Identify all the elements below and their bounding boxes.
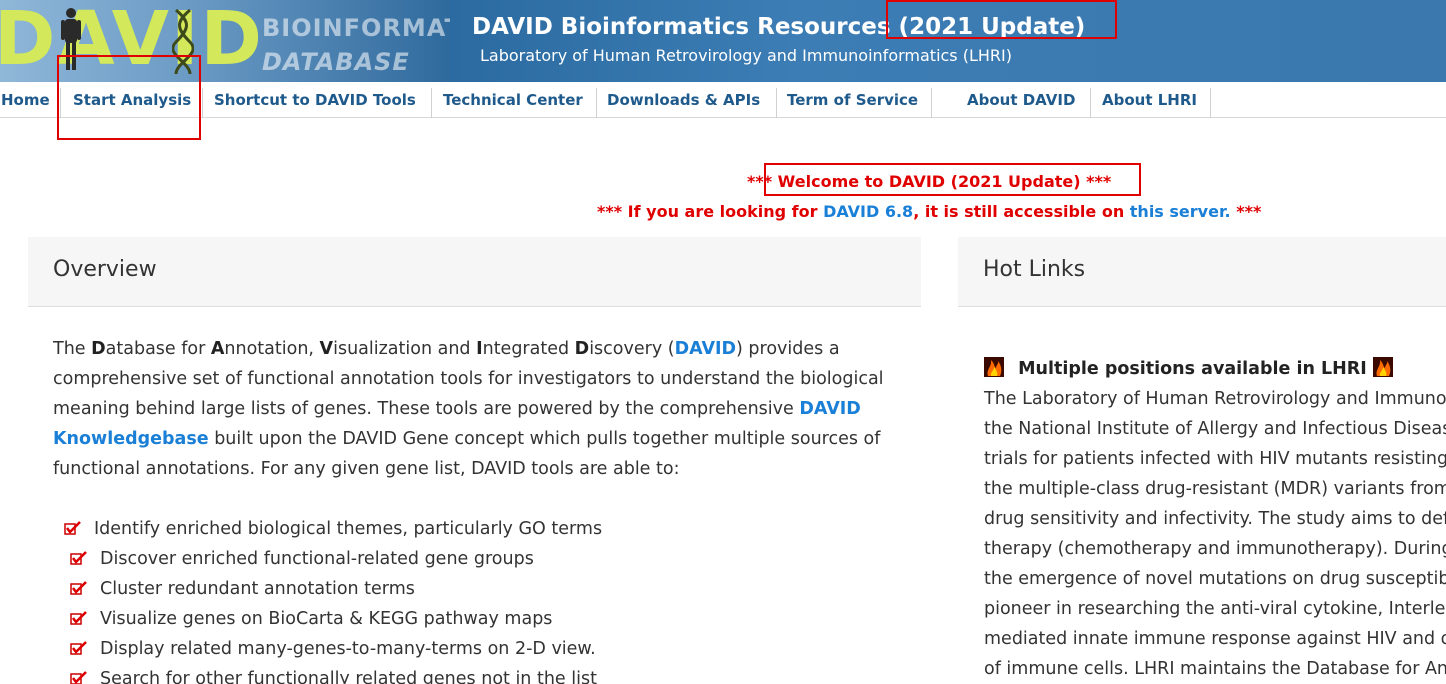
nav-divider [1210,88,1211,118]
logo-subtitle-bioinformatics: BIOINFORMATICS [262,14,450,42]
checkbox-checked-icon [70,611,87,625]
fire-icon [1372,357,1393,377]
notice-middle: , it is still accessible on [913,202,1130,221]
notice-prefix: *** If you are looking for [597,202,824,221]
hotlinks-panel-header: Hot Links [958,237,1446,307]
nav-home[interactable]: Home [1,82,50,118]
highlight-box-welcome [764,163,1141,196]
checkbox-checked-icon [70,641,87,655]
checkbox-checked-icon [70,581,87,595]
list-item: Search for other functionally related ge… [70,664,608,684]
list-item: Identify enriched biological themes, par… [64,514,602,544]
hotlink-description: The Laboratory of Human Retrovirology an… [984,389,1446,679]
nav-downloads-apis[interactable]: Downloads & APIs [607,82,760,118]
main-nav: Home Start Analysis Shortcut to DAVID To… [0,82,1446,118]
site-subtitle: Laboratory of Human Retrovirology and Im… [480,46,1012,65]
overview-heading: Overview [53,257,157,282]
site-banner: DAVID BIOINFORMATICS DATABASE DAVID Bioi… [0,0,1446,82]
list-item: Display related many-genes-to-many-terms… [70,634,608,664]
checkbox-checked-icon [64,521,81,535]
feature-list: Identify enriched biological themes, par… [64,514,602,684]
legacy-server-link[interactable]: this server. [1130,202,1231,221]
list-item: Cluster redundant annotation terms [70,574,608,604]
nav-divider [931,88,932,118]
hotlink-title-text: Multiple positions available in LHRI [1018,359,1367,379]
hotlink-item-title[interactable]: Multiple positions available in LHRI [984,356,1393,382]
overview-panel-header: Overview [28,237,921,307]
nav-divider [431,88,432,118]
list-item: Visualize genes on BioCarta & KEGG pathw… [70,604,608,634]
david-link[interactable]: DAVID [675,339,736,359]
highlight-box-start-analysis [57,55,201,140]
overview-description: The Database for Annotation, Visualizati… [53,339,884,479]
fire-icon [984,357,1004,377]
nav-divider [1090,88,1091,118]
nav-about-lhri[interactable]: About LHRI [1102,82,1197,118]
nav-divider [776,88,777,118]
nav-technical-center[interactable]: Technical Center [443,82,583,118]
nav-divider [202,88,203,118]
david-6-8-link[interactable]: DAVID 6.8 [823,202,913,221]
logo-subtitle-database: DATABASE [262,48,410,76]
list-item: Discover enriched functional-related gen… [70,544,608,574]
nav-divider [596,88,597,118]
legacy-version-notice: *** If you are looking for DAVID 6.8, it… [597,202,1261,221]
nav-term-of-service[interactable]: Term of Service [787,82,918,118]
checkbox-checked-icon [70,551,87,565]
nav-shortcut-tools[interactable]: Shortcut to DAVID Tools [214,82,416,118]
highlight-box-update-title [886,0,1117,39]
notice-suffix: *** [1230,202,1262,221]
nav-about-david[interactable]: About DAVID [967,82,1075,118]
hotlinks-heading: Hot Links [983,257,1086,282]
checkbox-checked-icon [70,671,87,684]
